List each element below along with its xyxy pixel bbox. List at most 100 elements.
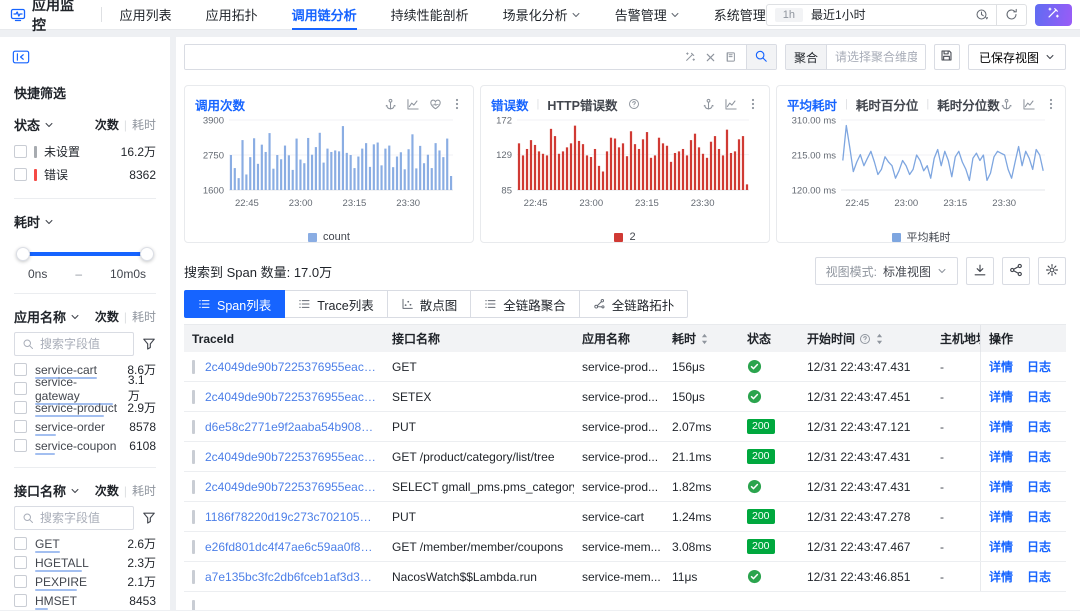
checkbox[interactable] — [14, 168, 27, 181]
time-range-value[interactable]: 1h 最近1小时 — [767, 5, 996, 25]
duration-range-slider[interactable] — [16, 247, 154, 261]
filter-section-title[interactable]: 状态 — [14, 115, 54, 134]
checkbox[interactable] — [14, 420, 27, 433]
field-value-row[interactable]: HGETALL 2.3万 — [14, 553, 156, 572]
heart-icon[interactable] — [429, 98, 442, 111]
log-link[interactable]: 日志 — [1027, 508, 1051, 525]
nav-item-6[interactable]: 告警管理 — [615, 0, 680, 30]
menu-icon[interactable] — [451, 98, 463, 110]
chart-legend[interactable]: 平均耗时 — [787, 229, 1055, 242]
chart-tab-3[interactable]: 耗时分位数 — [937, 95, 1000, 114]
chart-tab-1[interactable]: 调用次数 — [195, 95, 245, 114]
trace-id-link[interactable]: 2c4049de90b7225376955eac281f7b4f — [205, 390, 376, 404]
help-icon[interactable] — [628, 98, 640, 110]
trace-id-link[interactable]: 2c4049de90b7225376955eac281f7b4f — [205, 450, 376, 464]
field-search-input[interactable] — [40, 511, 120, 525]
result-tab-2[interactable]: Trace列表 — [285, 290, 388, 318]
refresh-button[interactable] — [995, 4, 1026, 25]
nav-item-3[interactable]: 调用链分析 — [291, 0, 357, 30]
filter-funnel-icon[interactable] — [142, 337, 156, 351]
trend-icon[interactable] — [724, 98, 738, 111]
filter-section-title[interactable]: 应用名称 — [14, 307, 80, 326]
checkbox[interactable] — [14, 575, 27, 588]
saved-views-dropdown[interactable]: 已保存视图 — [967, 44, 1066, 70]
download-button[interactable] — [966, 257, 994, 285]
nav-item-5[interactable]: 场景化分析 — [503, 0, 581, 30]
pin-icon[interactable] — [702, 98, 715, 111]
checkbox[interactable] — [14, 594, 27, 607]
auto-refresh-clock-icon[interactable] — [975, 8, 988, 21]
clear-icon[interactable] — [705, 52, 716, 63]
metric-count-label[interactable]: 次数 — [95, 482, 119, 499]
log-link[interactable]: 日志 — [1027, 448, 1051, 465]
nav-item-4[interactable]: 持续性能剖析 — [391, 0, 469, 30]
trace-id-link[interactable]: 1186f78220d19c273c7021057f75159b — [205, 510, 376, 524]
filter-funnel-icon[interactable] — [142, 511, 156, 525]
checkbox[interactable] — [14, 439, 27, 452]
nav-item-2[interactable]: 应用拓扑 — [206, 0, 258, 30]
chart-legend[interactable]: count — [195, 229, 463, 242]
time-range-picker[interactable]: 1h 最近1小时 — [765, 3, 1027, 26]
result-tab-5[interactable]: 全链路拓扑 — [579, 290, 689, 318]
aggregate-dimension-input[interactable] — [826, 45, 925, 69]
syntax-toggle-icon[interactable] — [684, 51, 696, 63]
metric-duration-label[interactable]: 耗时 — [132, 308, 156, 325]
chart-tab-2[interactable]: HTTP错误数 — [547, 95, 617, 114]
menu-icon[interactable] — [747, 98, 759, 110]
checkbox[interactable] — [14, 382, 27, 395]
detail-link[interactable]: 详情 — [989, 418, 1013, 435]
detail-link[interactable]: 详情 — [989, 538, 1013, 555]
checkbox[interactable] — [14, 537, 27, 550]
trend-icon[interactable] — [1022, 98, 1036, 111]
field-value-row[interactable]: GET 2.6万 — [14, 534, 156, 553]
slider-handle-max[interactable] — [140, 247, 154, 261]
chart-tab-1[interactable]: 平均耗时 — [787, 95, 837, 114]
chart-tab-1[interactable]: 错误数 — [491, 95, 529, 114]
search-button[interactable] — [745, 45, 776, 69]
log-link[interactable]: 日志 — [1027, 568, 1051, 585]
metric-duration-label[interactable]: 耗时 — [132, 482, 156, 499]
trace-id-link[interactable]: d6e58c2771e9f2aaba54b908147bf48f — [205, 420, 376, 434]
result-tab-1[interactable]: Span列表 — [184, 290, 286, 318]
log-link[interactable]: 日志 — [1027, 358, 1051, 375]
field-value-row[interactable]: service-product 2.9万 — [14, 398, 156, 417]
detail-link[interactable]: 详情 — [989, 508, 1013, 525]
metric-duration-label[interactable]: 耗时 — [132, 116, 156, 133]
dictionary-icon[interactable] — [725, 51, 737, 63]
save-view-button[interactable] — [933, 44, 960, 70]
status-filter-row[interactable]: 错误 8362 — [14, 163, 156, 186]
pin-icon[interactable] — [384, 98, 397, 111]
field-search-input[interactable] — [40, 337, 120, 351]
query-search-input[interactable] — [185, 45, 675, 69]
log-link[interactable]: 日志 — [1027, 418, 1051, 435]
checkbox[interactable] — [14, 145, 27, 158]
log-link[interactable]: 日志 — [1027, 538, 1051, 555]
filter-section-title[interactable]: 接口名称 — [14, 481, 80, 500]
filter-section-title[interactable]: 耗时 — [14, 212, 54, 231]
field-value-row[interactable]: HMSET 8453 — [14, 591, 156, 610]
chart-legend[interactable]: 2 — [491, 229, 759, 242]
view-mode-select[interactable]: 视图模式: 标准视图 — [814, 257, 958, 285]
detail-link[interactable]: 详情 — [989, 388, 1013, 405]
trace-id-link[interactable]: 2c4049de90b7225376955eac281f7b4f — [205, 480, 376, 494]
result-tab-4[interactable]: 全链路聚合 — [471, 290, 580, 318]
field-value-row[interactable]: service-coupon 6108 — [14, 436, 156, 455]
trend-icon[interactable] — [406, 98, 420, 111]
menu-icon[interactable] — [1045, 98, 1057, 110]
field-value-row[interactable]: PEXPIRE 2.1万 — [14, 572, 156, 591]
checkbox[interactable] — [14, 401, 27, 414]
nav-item-7[interactable]: 系统管理 — [714, 0, 766, 30]
detail-link[interactable]: 详情 — [989, 448, 1013, 465]
sidebar-collapse-icon[interactable] — [10, 47, 32, 67]
metric-count-label[interactable]: 次数 — [95, 308, 119, 325]
field-value-row[interactable]: service-gateway 3.1万 — [14, 373, 156, 405]
trace-id-link[interactable]: a7e135bc3fc2db6fceb1af3d36dc6981 — [205, 570, 376, 584]
trace-id-link[interactable]: 2c4049de90b7225376955eac281f7b4f — [205, 360, 376, 374]
trace-id-link[interactable]: e26fd801dc4f47ae6c59aa0f861a72cc — [205, 540, 376, 554]
pin-icon[interactable] — [1000, 98, 1013, 111]
detail-link[interactable]: 详情 — [989, 358, 1013, 375]
checkbox[interactable] — [14, 363, 27, 376]
checkbox[interactable] — [14, 556, 27, 569]
field-value-row[interactable]: service-order 8578 — [14, 417, 156, 436]
log-link[interactable]: 日志 — [1027, 478, 1051, 495]
